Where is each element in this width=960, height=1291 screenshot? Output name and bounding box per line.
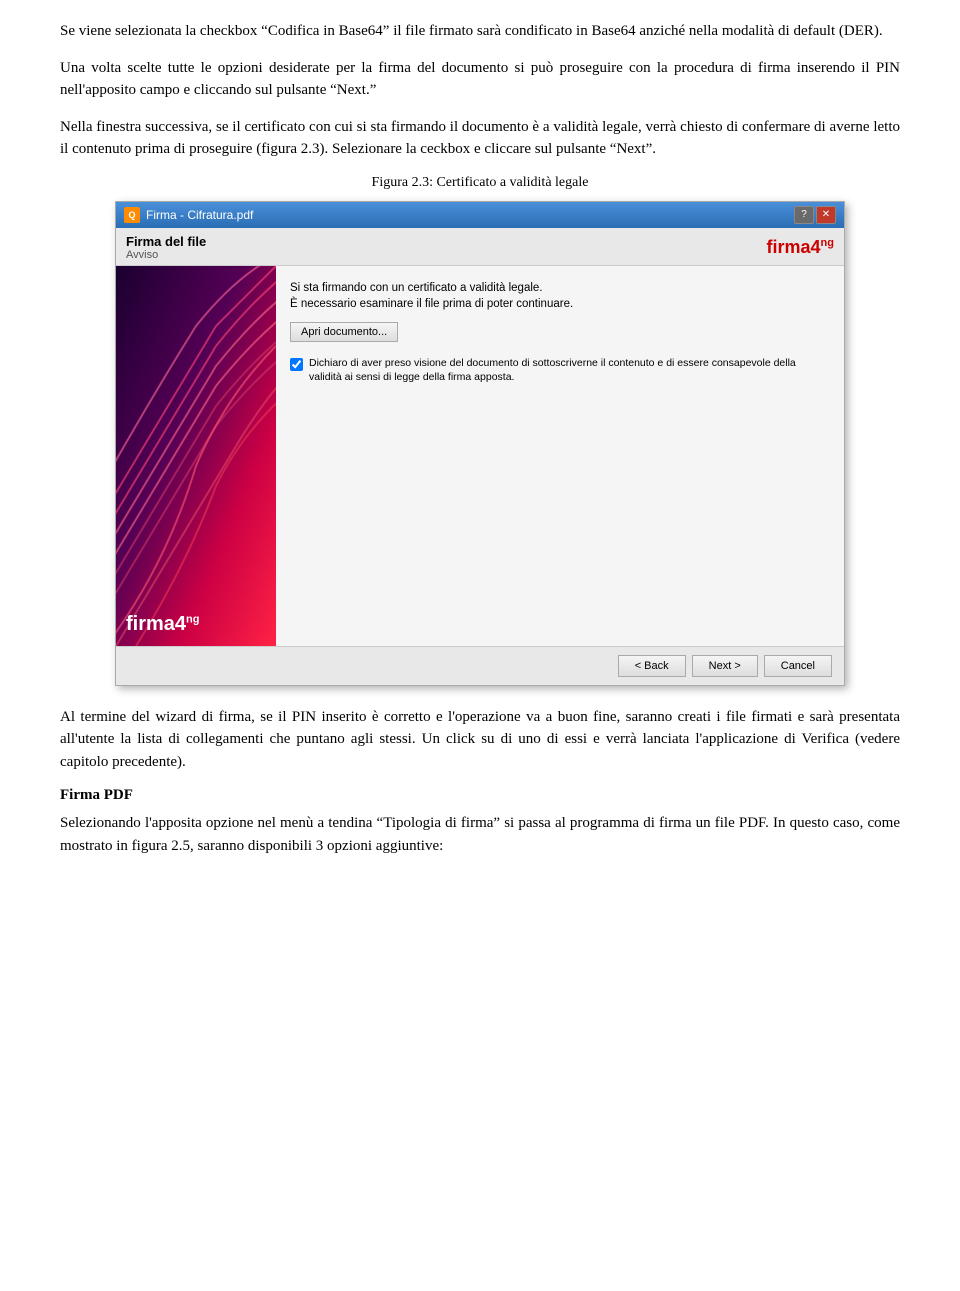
dialog-footer: < Back Next > Cancel [116, 646, 844, 685]
checkbox-row: Dichiaro di aver preso visione del docum… [290, 356, 830, 384]
paragraph-5: Selezionando l'apposita opzione nel menù… [60, 812, 900, 857]
dialog-right-panel: Si sta firmando con un certificato a val… [276, 266, 844, 646]
dialog-title: Firma del file [126, 234, 206, 249]
paragraph-3: Nella finestra successiva, se il certifi… [60, 116, 900, 161]
help-icon: ? [801, 209, 807, 220]
figure-caption-text: Figura 2.3: Certificato a validità legal… [372, 175, 589, 190]
dialog-left-panel: .curve { fill: none; stroke-width: 2; op… [116, 266, 276, 646]
checkbox-label: Dichiaro di aver preso visione del docum… [309, 356, 830, 384]
dialog-message: Si sta firmando con un certificato a val… [290, 280, 830, 312]
message-line2: È necessario esaminare il file prima di … [290, 298, 573, 310]
message-line1: Si sta firmando con un certificato a val… [290, 282, 543, 294]
help-button[interactable]: ? [794, 206, 814, 224]
dialog-body: Firma del file Avviso firma4ng .curve { [116, 228, 844, 685]
firma-logo-panel: firma4ng [126, 613, 266, 636]
dialog-subtitle: Avviso [126, 249, 206, 261]
paragraph-2: Una volta scelte tutte le opzioni deside… [60, 57, 900, 102]
close-button[interactable]: ✕ [816, 206, 836, 224]
open-document-btn-wrapper: Apri documento... [290, 322, 830, 342]
titlebar-left: Q Firma - Cifratura.pdf [124, 207, 253, 223]
curve-decoration: .curve { fill: none; stroke-width: 2; op… [116, 266, 276, 646]
paragraph-4: Al termine del wizard di firma, se il PI… [60, 706, 900, 774]
dialog-header-left: Firma del file Avviso [126, 234, 206, 261]
p4-text: Al termine del wizard di firma, se il PI… [60, 709, 900, 770]
paragraph-1: Se viene selezionata la checkbox “Codifi… [60, 20, 900, 43]
dialog-content-area: .curve { fill: none; stroke-width: 2; op… [116, 266, 844, 646]
titlebar-app-icon: Q [124, 207, 140, 223]
p3-text: Nella finestra successiva, se il certifi… [60, 119, 900, 158]
dialog-header-row: Firma del file Avviso firma4ng [116, 228, 844, 266]
p1-text: Se viene selezionata la checkbox “Codifi… [60, 23, 883, 39]
firma-logo-header: firma4ng [767, 237, 834, 258]
titlebar-title: Firma - Cifratura.pdf [146, 208, 253, 222]
dialog-window: Q Firma - Cifratura.pdf ? ✕ Firma del fi… [115, 201, 845, 686]
cancel-button[interactable]: Cancel [764, 655, 832, 677]
next-button[interactable]: Next > [692, 655, 758, 677]
open-document-button[interactable]: Apri documento... [290, 322, 398, 342]
close-icon: ✕ [822, 209, 830, 220]
figure-caption: Figura 2.3: Certificato a validità legal… [60, 175, 900, 191]
titlebar-controls: ? ✕ [794, 206, 836, 224]
dialog-titlebar: Q Firma - Cifratura.pdf ? ✕ [116, 202, 844, 228]
legal-validity-checkbox[interactable] [290, 358, 303, 371]
p2-text: Una volta scelte tutte le opzioni deside… [60, 60, 900, 99]
section-heading-firma-pdf: Firma PDF [60, 787, 900, 804]
dialog-wrapper: Q Firma - Cifratura.pdf ? ✕ Firma del fi… [60, 201, 900, 686]
back-button[interactable]: < Back [618, 655, 686, 677]
p5-text: Selezionando l'apposita opzione nel menù… [60, 815, 900, 854]
